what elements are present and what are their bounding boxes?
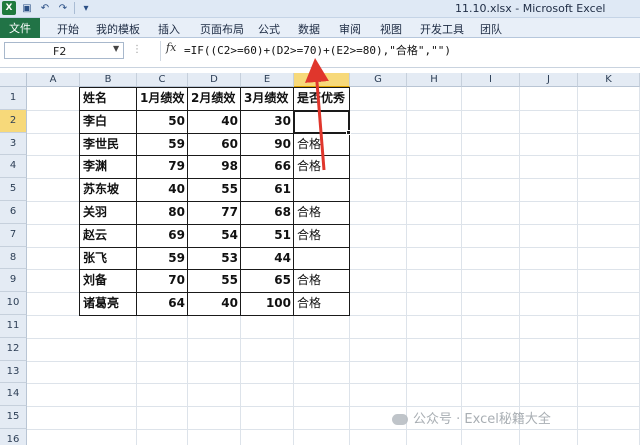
- watermark-text: 公众号 · Excel秘籍大全: [413, 412, 551, 427]
- arrow-line: [304, 58, 329, 171]
- wechat-icon: [392, 414, 408, 425]
- annotation-arrow: [304, 58, 329, 171]
- watermark: 公众号 · Excel秘籍大全: [392, 408, 551, 427]
